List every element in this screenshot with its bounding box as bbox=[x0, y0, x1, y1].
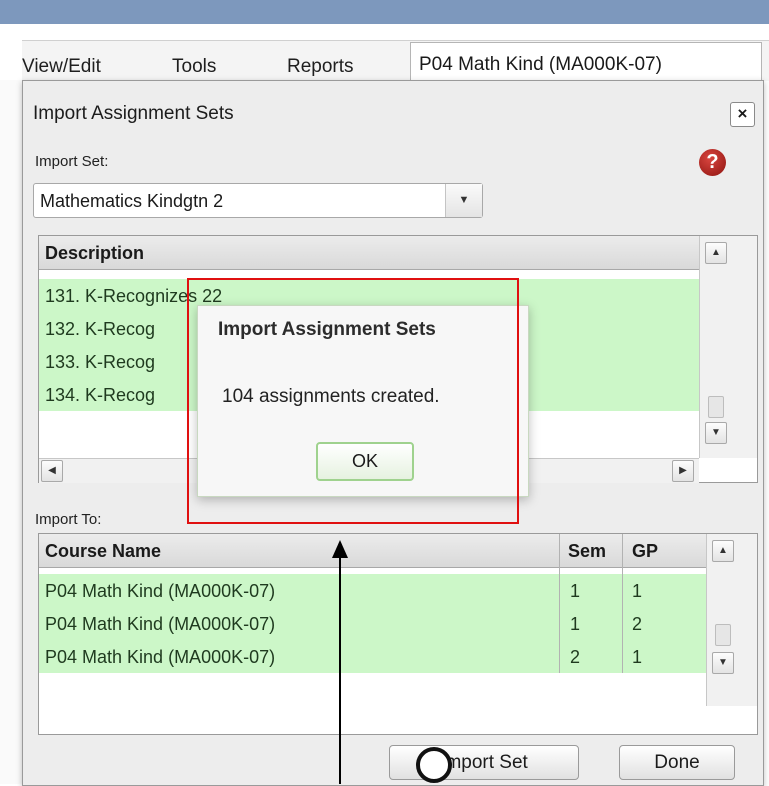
table-row[interactable]: P04 Math Kind (MA000K-07) 1 1 bbox=[39, 574, 706, 607]
gp-cell: 2 bbox=[632, 614, 643, 634]
dialog-title: Import Assignment Sets bbox=[33, 103, 234, 124]
vertical-scrollbar[interactable]: ▲ ▼ bbox=[699, 236, 757, 458]
course-table: Course Name Sem GP P04 Math Kind (MA000K… bbox=[38, 533, 758, 735]
column-gp: GP bbox=[632, 541, 659, 561]
import-set-value: Mathematics Kindgtn 2 bbox=[40, 191, 224, 211]
menu-reports[interactable]: Reports bbox=[287, 56, 354, 78]
course-name-cell: P04 Math Kind (MA000K-07) bbox=[45, 581, 276, 601]
scroll-thumb[interactable] bbox=[715, 624, 731, 646]
scroll-down-icon[interactable]: ▼ bbox=[705, 422, 727, 444]
import-set-label: Import Set: bbox=[35, 153, 109, 170]
description-text: 133. K-Recog bbox=[45, 352, 156, 372]
help-icon[interactable]: ? bbox=[699, 149, 726, 176]
course-tab[interactable]: P04 Math Kind (MA000K-07) bbox=[410, 42, 762, 81]
description-header-label: Description bbox=[45, 243, 145, 263]
chevron-down-icon[interactable]: ▼ bbox=[445, 184, 482, 217]
scroll-right-icon[interactable]: ▶ bbox=[672, 460, 694, 482]
gp-cell: 1 bbox=[632, 581, 643, 601]
scroll-up-icon[interactable]: ▲ bbox=[705, 242, 727, 264]
scroll-left-icon[interactable]: ◀ bbox=[41, 460, 63, 482]
course-tab-label: P04 Math Kind (MA000K-07) bbox=[419, 54, 662, 75]
close-button[interactable]: × bbox=[730, 102, 755, 127]
course-table-header: Course Name Sem GP bbox=[39, 534, 706, 568]
menu-view-edit[interactable]: View/Edit bbox=[22, 56, 101, 78]
sem-cell: 1 bbox=[570, 614, 581, 634]
import-to-label: Import To: bbox=[35, 511, 102, 528]
column-divider bbox=[622, 534, 623, 673]
course-name-cell: P04 Math Kind (MA000K-07) bbox=[45, 647, 276, 667]
scroll-up-icon[interactable]: ▲ bbox=[712, 540, 734, 562]
description-header: Description bbox=[39, 236, 699, 270]
background-left-edge bbox=[0, 80, 22, 784]
mouse-cursor-icon bbox=[416, 747, 452, 783]
column-divider bbox=[559, 534, 560, 673]
highlight-box bbox=[187, 278, 519, 524]
sem-cell: 1 bbox=[570, 581, 581, 601]
done-button[interactable]: Done bbox=[619, 745, 735, 780]
table-row[interactable]: P04 Math Kind (MA000K-07) 2 1 bbox=[39, 640, 706, 673]
sem-cell: 2 bbox=[570, 647, 581, 667]
column-course-name: Course Name bbox=[45, 541, 162, 561]
table-row[interactable]: P04 Math Kind (MA000K-07) 1 2 bbox=[39, 607, 706, 640]
annotation-arrow bbox=[339, 556, 341, 784]
column-sem: Sem bbox=[568, 541, 607, 561]
gp-cell: 1 bbox=[632, 647, 643, 667]
top-bar bbox=[0, 0, 769, 24]
scroll-thumb[interactable] bbox=[708, 396, 724, 418]
description-text: 132. K-Recog bbox=[45, 319, 156, 339]
scroll-down-icon[interactable]: ▼ bbox=[712, 652, 734, 674]
vertical-scrollbar[interactable]: ▲ ▼ bbox=[706, 534, 757, 706]
description-text: 134. K-Recog bbox=[45, 385, 156, 405]
menu-tools[interactable]: Tools bbox=[172, 56, 216, 78]
course-name-cell: P04 Math Kind (MA000K-07) bbox=[45, 614, 276, 634]
import-set-select[interactable]: Mathematics Kindgtn 2 ▼ bbox=[33, 183, 483, 218]
